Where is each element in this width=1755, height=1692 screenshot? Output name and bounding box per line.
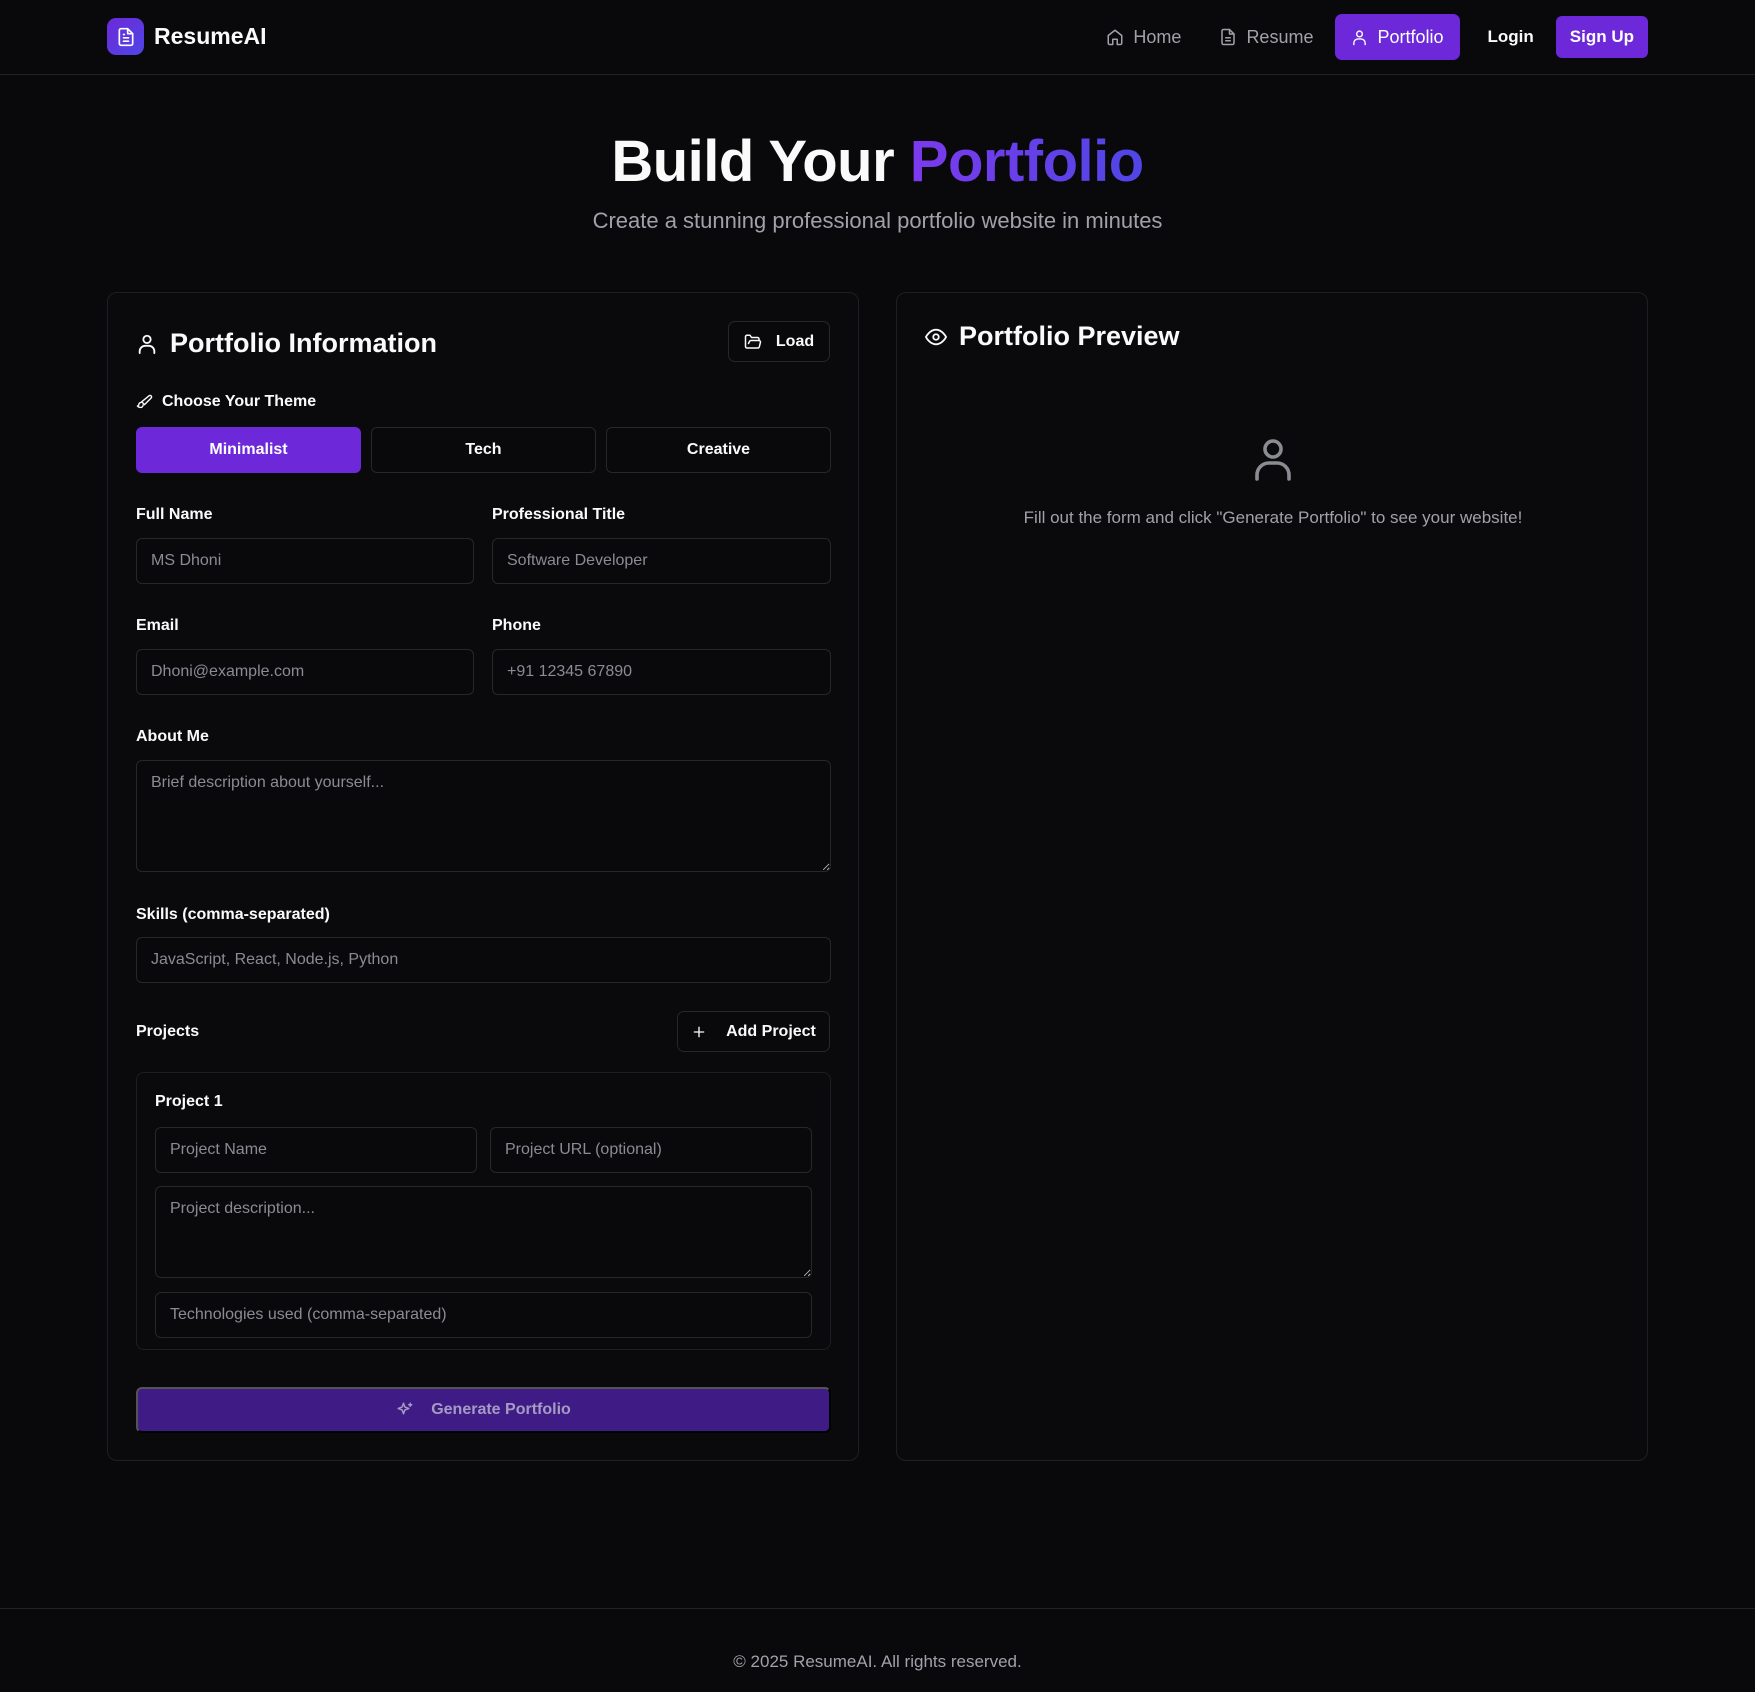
- nav-link-portfolio[interactable]: Portfolio: [1335, 14, 1460, 60]
- footer: © 2025 ResumeAI. All rights reserved.: [0, 1608, 1755, 1692]
- project-card: Project 1: [136, 1072, 831, 1350]
- preview-header: Portfolio Preview: [925, 321, 1180, 352]
- theme-label: Choose Your Theme: [136, 393, 316, 411]
- top-navbar: ResumeAI Home Resume Portfolio Login Sig…: [0, 0, 1755, 75]
- folder-open-icon: [744, 334, 762, 349]
- user-icon: [1353, 29, 1367, 45]
- nav-links: Home Resume Portfolio Login Sign Up: [1084, 14, 1648, 60]
- page-subtitle: Create a stunning professional portfolio…: [592, 208, 1163, 233]
- skills-input[interactable]: [136, 937, 831, 983]
- brand-name: ResumeAI: [154, 23, 267, 49]
- preview-empty-state: Fill out the form and click "Generate Po…: [897, 435, 1649, 528]
- user-icon: [138, 334, 156, 354]
- login-button[interactable]: Login: [1476, 16, 1546, 58]
- file-icon: [1221, 28, 1236, 46]
- email-input[interactable]: [136, 649, 474, 695]
- page-title: Build Your Portfolio: [0, 128, 1755, 195]
- theme-label-text: Choose Your Theme: [162, 393, 317, 410]
- load-button[interactable]: Load: [728, 321, 830, 362]
- theme-selector: Minimalist Tech Creative: [136, 427, 831, 473]
- nav-link-label: Home: [1133, 26, 1182, 47]
- preview-empty-message: Fill out the form and click "Generate Po…: [1023, 508, 1523, 527]
- add-project-button[interactable]: Add Project: [677, 1011, 830, 1052]
- full-name-input[interactable]: [136, 538, 474, 584]
- portfolio-form-card: Portfolio Information Load Choose Your T…: [107, 292, 859, 1461]
- project-url-input[interactable]: [490, 1127, 812, 1173]
- document-icon: [107, 18, 144, 55]
- load-button-label: Load: [775, 332, 815, 350]
- form-header: Portfolio Information: [136, 328, 437, 359]
- full-name-label: Full Name: [136, 506, 213, 523]
- generate-portfolio-label: Generate Portfolio: [431, 1401, 571, 1418]
- user-placeholder-icon: [1255, 439, 1291, 481]
- generate-portfolio-button[interactable]: Generate Portfolio: [136, 1387, 831, 1433]
- eye-icon: [925, 328, 947, 345]
- email-label: Email: [136, 617, 179, 634]
- project-name-input[interactable]: [155, 1127, 477, 1173]
- portfolio-preview-card: Portfolio Preview Fill out the form and …: [896, 292, 1648, 1461]
- page-title-prefix: Build Your: [611, 129, 910, 194]
- professional-title-label: Professional Title: [492, 506, 626, 523]
- footer-copyright: © 2025 ResumeAI. All rights reserved.: [733, 1652, 1022, 1671]
- preview-title: Portfolio Preview: [959, 321, 1180, 351]
- signup-button[interactable]: Sign Up: [1555, 16, 1648, 58]
- form-title: Portfolio Information: [170, 328, 437, 358]
- theme-creative-button[interactable]: Creative: [606, 427, 831, 473]
- sparkles-icon: [397, 1402, 413, 1415]
- project-technologies-input[interactable]: [155, 1292, 812, 1338]
- skills-label: Skills (comma-separated): [136, 906, 330, 923]
- palette-brush-icon: [136, 394, 153, 408]
- professional-title-input[interactable]: [492, 538, 831, 584]
- plus-icon: [693, 1026, 705, 1037]
- projects-label: Projects: [136, 1023, 200, 1040]
- nav-link-label: Portfolio: [1377, 26, 1444, 47]
- add-project-label: Add Project: [726, 1022, 816, 1040]
- phone-input[interactable]: [492, 649, 831, 695]
- project-description-textarea[interactable]: [155, 1186, 812, 1278]
- about-me-label: About Me: [136, 728, 209, 745]
- home-icon: [1107, 29, 1123, 46]
- about-me-textarea[interactable]: [136, 760, 831, 872]
- page-title-accent: Portfolio: [909, 129, 1144, 194]
- brand[interactable]: ResumeAI: [107, 18, 266, 55]
- nav-link-label: Resume: [1246, 26, 1314, 47]
- theme-minimalist-button[interactable]: Minimalist: [136, 427, 361, 473]
- phone-label: Phone: [492, 617, 541, 634]
- nav-link-resume[interactable]: Resume: [1203, 14, 1329, 60]
- project-title: Project 1: [155, 1093, 223, 1110]
- nav-link-home[interactable]: Home: [1090, 14, 1197, 60]
- theme-tech-button[interactable]: Tech: [371, 427, 596, 473]
